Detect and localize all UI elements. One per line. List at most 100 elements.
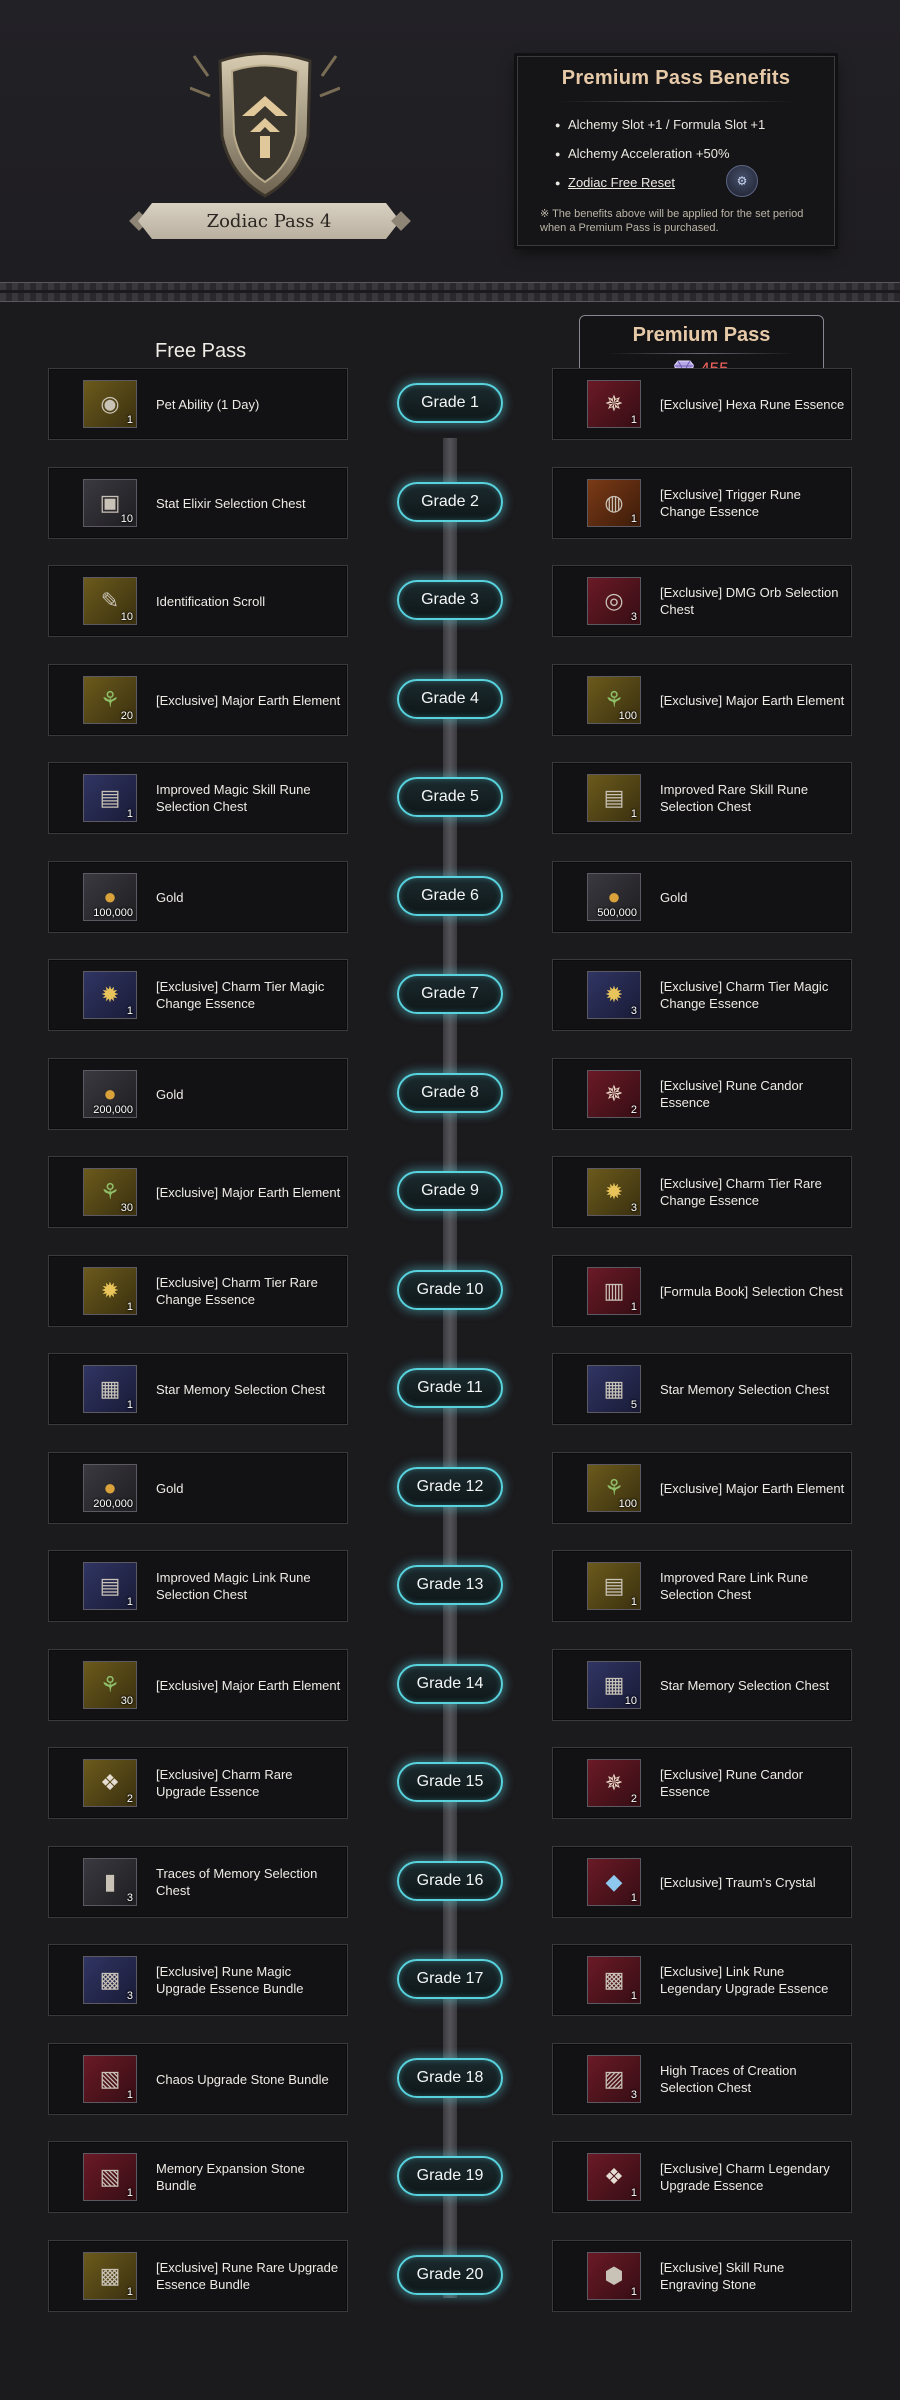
reward-quantity: 1 <box>630 2187 637 2199</box>
reward-item-thumbnail: ❖ 1 <box>587 2153 641 2201</box>
free-reward-card[interactable]: ⚘ 20 [Exclusive] Major Earth Element <box>48 664 348 736</box>
reward-name: Star Memory Selection Chest <box>156 1381 326 1397</box>
grade-badge: Grade 19 <box>397 2156 503 2196</box>
benefits-note: ※ The benefits above will be applied for… <box>540 208 804 234</box>
reward-item-thumbnail: ✹ 3 <box>587 1168 641 1216</box>
free-reward-card[interactable]: ▩ 3 [Exclusive] Rune Magic Upgrade Essence… <box>48 1944 348 2016</box>
free-reward-card[interactable]: ▤ 1 Improved Magic Link Rune Selection Che… <box>48 1550 348 1622</box>
free-reward-card[interactable]: ⚘ 30 [Exclusive] Major Earth Element <box>48 1156 348 1228</box>
premium-divider <box>608 353 795 354</box>
free-reward-card[interactable]: ▩ 1 [Exclusive] Rune Rare Upgrade Essence … <box>48 2240 348 2312</box>
reward-name: [Exclusive] Skill Rune Engraving Stone <box>660 2260 785 2292</box>
grade-badge: Grade 3 <box>397 580 503 620</box>
reward-name: [Exclusive] Rune Magic Upgrade Essence B… <box>156 1964 304 1996</box>
benefits-divider <box>558 101 794 102</box>
reward-item-thumbnail: ● 500,000 <box>587 873 641 921</box>
reward-item-thumbnail: ✵ 2 <box>587 1070 641 1118</box>
reward-quantity: 1 <box>126 2089 133 2101</box>
reward-quantity: 20 <box>120 710 133 722</box>
pass-title: Zodiac Pass 4 <box>206 210 332 232</box>
premium-reward-card[interactable]: ⬢ 1 [Exclusive] Skill Rune Engraving Stone <box>552 2240 852 2312</box>
reward-name: Gold <box>156 889 184 905</box>
reward-quantity: 3 <box>126 1892 133 1904</box>
pass-title-banner: Zodiac Pass 4 <box>138 203 400 239</box>
premium-reward-card[interactable]: ▥ 1 [Formula Book] Selection Chest <box>552 1255 852 1327</box>
reward-item-thumbnail: ◉ 1 <box>83 380 137 428</box>
free-reward-card[interactable]: ▮ 3 Traces of Memory Selection Chest <box>48 1846 348 1918</box>
free-reward-card[interactable]: ● 200,000 Gold <box>48 1452 348 1524</box>
free-reward-card[interactable]: ❖ 2 [Exclusive] Charm Rare Upgrade Essence <box>48 1747 348 1819</box>
free-reward-card[interactable]: ● 100,000 Gold <box>48 861 348 933</box>
reward-item-thumbnail: ❖ 2 <box>83 1759 137 1807</box>
reward-item-thumbnail: ● 100,000 <box>83 873 137 921</box>
premium-reward-card[interactable]: ▩ 1 [Exclusive] Link Rune Legendary Upgrad… <box>552 1944 852 2016</box>
reward-quantity: 1 <box>630 808 637 820</box>
premium-reward-card[interactable]: ● 500,000 Gold <box>552 861 852 933</box>
premium-reward-card[interactable]: ▦ 10 Star Memory Selection Chest <box>552 1649 852 1721</box>
reward-quantity: 3 <box>630 1202 637 1214</box>
free-reward-card[interactable]: ▧ 1 Chaos Upgrade Stone Bundle <box>48 2043 348 2115</box>
benefit-item: Alchemy Acceleration +50% <box>555 146 729 161</box>
premium-reward-card[interactable]: ▤ 1 Improved Rare Link Rune Selection Ches… <box>552 1550 852 1622</box>
reward-name: Gold <box>660 889 688 905</box>
premium-reward-card[interactable]: ✵ 2 [Exclusive] Rune Candor Essence <box>552 1058 852 1130</box>
benefit-item-link[interactable]: Zodiac Free Reset <box>555 175 675 190</box>
premium-benefits-panel: Premium Pass Benefits Alchemy Slot +1 / … <box>517 56 835 246</box>
premium-reward-card[interactable]: ✵ 1 [Exclusive] Hexa Rune Essence <box>552 368 852 440</box>
reward-name: [Exclusive] Major Earth Element <box>156 692 341 708</box>
reward-quantity: 10 <box>624 1695 637 1707</box>
premium-reward-card[interactable]: ▦ 5 Star Memory Selection Chest <box>552 1353 852 1425</box>
premium-reward-card[interactable]: ❖ 1 [Exclusive] Charm Legendary Upgrade Es… <box>552 2141 852 2213</box>
reward-quantity: 200,000 <box>93 1104 133 1116</box>
reward-quantity: 1 <box>126 1399 133 1411</box>
premium-reward-card[interactable]: ◎ 3 [Exclusive] DMG Orb Selection Chest <box>552 565 852 637</box>
reward-item-thumbnail: ⚘ 30 <box>83 1661 137 1709</box>
reward-quantity: 3 <box>630 1005 637 1017</box>
free-reward-card[interactable]: ● 200,000 Gold <box>48 1058 348 1130</box>
grade-badge: Grade 2 <box>397 482 503 522</box>
reward-item-thumbnail: ▩ 3 <box>83 1956 137 2004</box>
reward-name: [Exclusive] Charm Tier Magic Change Esse… <box>660 979 829 1011</box>
premium-reward-card[interactable]: ✵ 2 [Exclusive] Rune Candor Essence <box>552 1747 852 1819</box>
reward-quantity: 10 <box>120 513 133 525</box>
grade-badge: Grade 7 <box>397 974 503 1014</box>
reward-name: [Exclusive] DMG Orb Selection Chest <box>660 585 839 617</box>
reward-name: [Exclusive] Rune Candor Essence <box>660 1767 804 1799</box>
reward-name: Gold <box>156 1480 184 1496</box>
grade-badge: Grade 1 <box>397 383 503 423</box>
reward-name: Improved Magic Skill Rune Selection Ches… <box>156 782 311 814</box>
reward-item-thumbnail: ✹ 1 <box>83 1267 137 1315</box>
reward-item-thumbnail: ▤ 1 <box>587 774 641 822</box>
free-reward-card[interactable]: ▤ 1 Improved Magic Skill Rune Selection Ch… <box>48 762 348 834</box>
grade-badge: Grade 12 <box>397 1467 503 1507</box>
reward-quantity: 1 <box>126 414 133 426</box>
free-reward-card[interactable]: ▧ 1 Memory Expansion Stone Bundle <box>48 2141 348 2213</box>
reward-name: Star Memory Selection Chest <box>660 1677 830 1693</box>
free-reward-card[interactable]: ▣ 10 Stat Elixir Selection Chest <box>48 467 348 539</box>
premium-reward-card[interactable]: ▨ 3 High Traces of Creation Selection Ches… <box>552 2043 852 2115</box>
free-reward-card[interactable]: ◉ 1 Pet Ability (1 Day) <box>48 368 348 440</box>
grade-badge: Grade 8 <box>397 1073 503 1113</box>
reward-item-thumbnail: ▥ 1 <box>587 1267 641 1315</box>
premium-reward-card[interactable]: ◆ 1 [Exclusive] Traum's Crystal <box>552 1846 852 1918</box>
premium-reward-card[interactable]: ✹ 3 [Exclusive] Charm Tier Rare Change Ess… <box>552 1156 852 1228</box>
premium-pass-label: Premium Pass <box>632 324 771 346</box>
zodiac-reset-info-icon[interactable]: ⚙ <box>726 165 758 197</box>
reward-name: Improved Magic Link Rune Selection Chest <box>156 1570 311 1602</box>
premium-reward-card[interactable]: ⚘ 100 [Exclusive] Major Earth Element <box>552 664 852 736</box>
premium-reward-card[interactable]: ▤ 1 Improved Rare Skill Rune Selection Che… <box>552 762 852 834</box>
free-reward-card[interactable]: ✹ 1 [Exclusive] Charm Tier Magic Change Es… <box>48 959 348 1031</box>
premium-reward-card[interactable]: ✹ 3 [Exclusive] Charm Tier Magic Change Es… <box>552 959 852 1031</box>
reward-item-thumbnail: ✹ 3 <box>587 971 641 1019</box>
free-reward-card[interactable]: ▦ 1 Star Memory Selection Chest <box>48 1353 348 1425</box>
free-reward-card[interactable]: ⚘ 30 [Exclusive] Major Earth Element <box>48 1649 348 1721</box>
grade-badge: Grade 16 <box>397 1861 503 1901</box>
grade-badge: Grade 6 <box>397 876 503 916</box>
free-reward-card[interactable]: ✹ 1 [Exclusive] Charm Tier Rare Change Ess… <box>48 1255 348 1327</box>
premium-reward-card[interactable]: ⚘ 100 [Exclusive] Major Earth Element <box>552 1452 852 1524</box>
reward-name: Traces of Memory Selection Chest <box>156 1866 318 1898</box>
premium-reward-card[interactable]: ◍ 1 [Exclusive] Trigger Rune Change Essenc… <box>552 467 852 539</box>
reward-name: Pet Ability (1 Day) <box>156 396 260 412</box>
reward-item-thumbnail: ▩ 1 <box>83 2252 137 2300</box>
free-reward-card[interactable]: ✎ 10 Identification Scroll <box>48 565 348 637</box>
